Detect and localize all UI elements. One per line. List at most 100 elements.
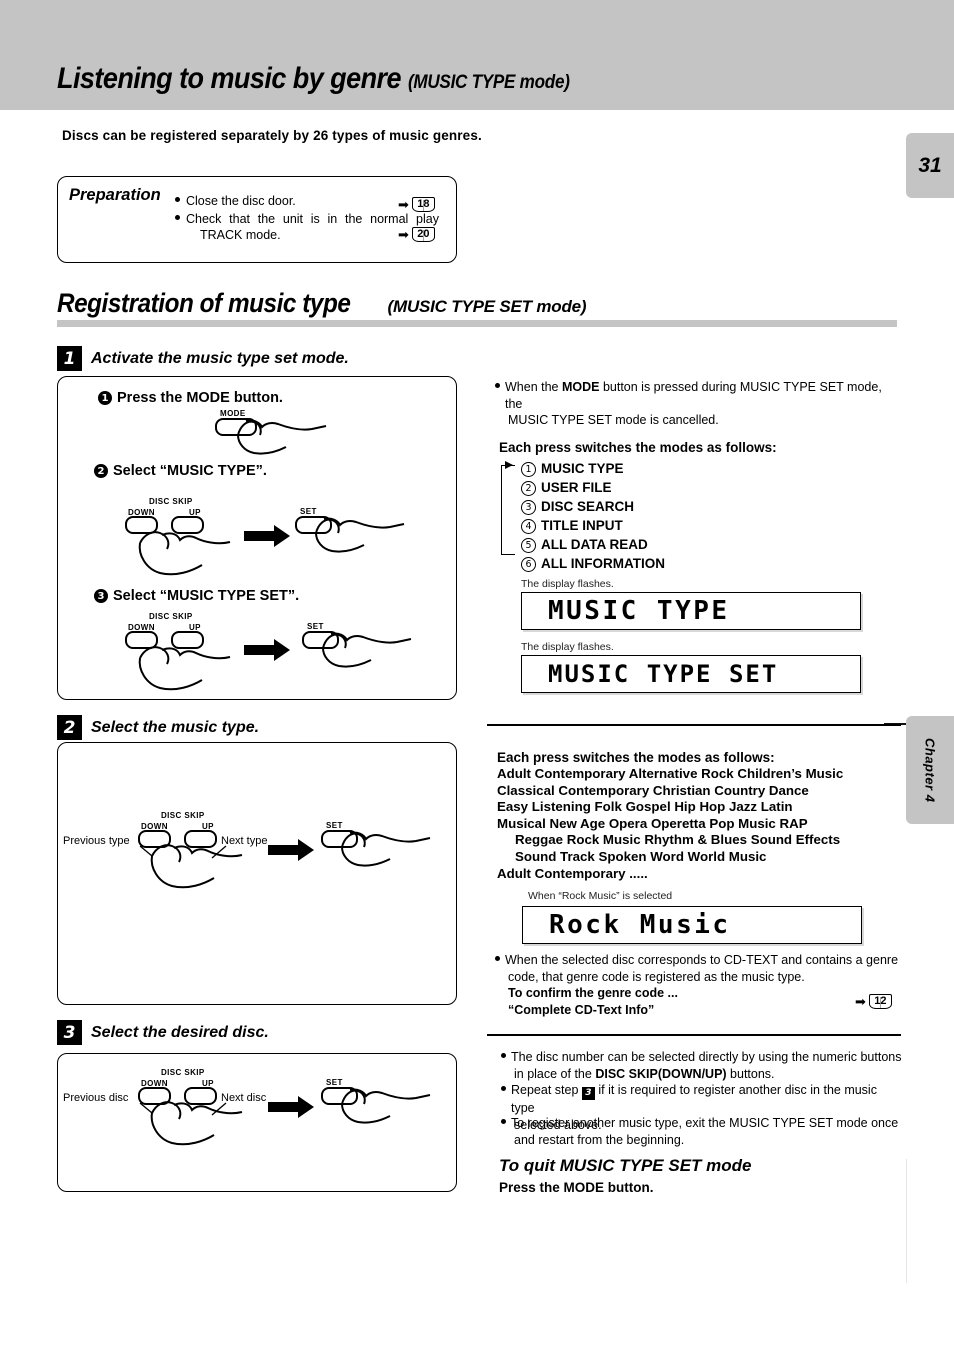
bottom-note-3-line2: and restart from the beginning. xyxy=(514,1132,685,1147)
page-edge-line xyxy=(906,1159,907,1283)
step-2-badge: 2 xyxy=(57,715,82,740)
step-3-inline-badge: 3 xyxy=(581,1087,595,1101)
bottom-note-3-line1: To register another music type, exit the… xyxy=(511,1116,899,1130)
book-icon-label: 20 xyxy=(411,227,435,242)
circle-number-icon: 6 xyxy=(521,557,536,573)
arrow-right-icon xyxy=(268,1096,314,1118)
arrow-right-icon: ➡ xyxy=(855,994,866,1009)
page-title-sub: (MUSIC TYPE mode) xyxy=(407,72,570,93)
previous-disc-label: Previous disc xyxy=(63,1092,129,1104)
circle-number-icon: 4 xyxy=(521,519,536,535)
hand-pointing-icon xyxy=(341,831,431,867)
lcd-2-text: MUSIC TYPE SET xyxy=(548,660,779,688)
step-1-substep-2-text: Select “MUSIC TYPE”. xyxy=(113,463,267,479)
step-1-substep-1-text: Press the MODE button. xyxy=(117,390,283,406)
circle-number-icon: 2 xyxy=(521,481,536,497)
arrow-right-icon: ➡ xyxy=(398,227,409,242)
bottom-note-1: The disc number can be selected directly… xyxy=(501,1049,903,1082)
modes-list: 1 MUSIC TYPE 2 USER FILE 3 DISC SEARCH 4 TIT… xyxy=(521,459,665,573)
mode-list-item-2: 2 USER FILE xyxy=(521,478,665,497)
number-3-circle-icon: 3 xyxy=(94,589,108,603)
previous-type-label: Previous type xyxy=(63,835,130,847)
hand-pointing-icon xyxy=(315,517,405,553)
step-2-illustration-box: DISC SKIP DOWN UP Previous type Next typ… xyxy=(57,742,457,1005)
section-title-main: Registration of music type xyxy=(57,288,351,318)
circle-number-icon: 5 xyxy=(521,538,536,554)
disc-skip-label: DISC SKIP xyxy=(149,612,193,621)
lcd-3-caption: When “Rock Music” is selected xyxy=(528,890,673,902)
lcd-display-1: MUSIC TYPE xyxy=(521,592,861,630)
genre-line-4: Musical New Age Opera Operetta Pop Music… xyxy=(497,815,808,831)
mode-loop-bracket xyxy=(501,465,515,555)
step-1-label: Activate the music type set mode. xyxy=(91,349,349,367)
mode-cancel-note-a: When the xyxy=(505,380,562,394)
step-1-illustration-box: 1 Press the MODE button. MODE 2 Select “… xyxy=(57,376,457,700)
bullet-icon xyxy=(495,383,500,388)
genre-line-7: Adult Contemporary ..... xyxy=(497,865,648,881)
genre-line-6: Sound Track Spoken Word World Music xyxy=(515,849,767,865)
bottom-note-2-a: Repeat step xyxy=(511,1083,582,1097)
mode-list-item-5: 5 ALL DATA READ xyxy=(521,535,665,554)
genre-line-2: Classical Contemporary Christian Country… xyxy=(497,782,809,798)
number-2-circle-icon: 2 xyxy=(94,464,108,478)
preparation-title: Preparation xyxy=(69,186,161,204)
step-2-header: 2 Select the music type. xyxy=(57,715,259,740)
mode-list-item-4-label: TITLE INPUT xyxy=(541,518,623,534)
lcd-2-caption: The display flashes. xyxy=(521,641,614,653)
hand-pointing-icon xyxy=(138,646,231,691)
loop-arrow-icon xyxy=(505,461,513,469)
step-1-substep-1: 1 Press the MODE button. xyxy=(98,390,283,406)
page-title: Listening to music by genre (MUSIC TYPE … xyxy=(57,62,570,96)
step-1-substep-3: 3 Select “MUSIC TYPE SET”. xyxy=(94,588,299,604)
divider-bottom-notes xyxy=(487,1034,901,1036)
book-icon-label: 18 xyxy=(411,197,435,212)
step-3-badge: 3 xyxy=(57,1020,82,1045)
genre-heading: Each press switches the modes as follows… xyxy=(497,750,775,765)
mode-list-item-1-label: MUSIC TYPE xyxy=(541,461,624,476)
intro-text: Discs can be registered separately by 26… xyxy=(62,128,482,143)
bullet-icon xyxy=(501,1086,506,1091)
quit-instruction: Press the MODE button. xyxy=(499,1180,654,1195)
quit-heading: To quit MUSIC TYPE SET mode xyxy=(499,1156,752,1175)
step-1-badge: 1 xyxy=(57,346,82,371)
cdtext-note: When the selected disc corresponds to CD… xyxy=(495,952,903,1018)
bottom-note-1-line1: The disc number can be selected directly… xyxy=(511,1050,902,1064)
genre-line-1: Adult Contemporary Alternative Rock Chil… xyxy=(497,766,844,781)
bottom-note-1-line2-a: in place of the xyxy=(514,1066,596,1081)
step-1-substep-3-text: Select “MUSIC TYPE SET”. xyxy=(113,588,300,604)
hand-pointing-icon xyxy=(237,419,327,455)
mode-list-item-5-label: ALL DATA READ xyxy=(541,537,648,553)
bottom-note-3: To register another music type, exit the… xyxy=(501,1115,903,1148)
section-rule xyxy=(57,320,897,327)
step-2-label: Select the music type. xyxy=(91,718,260,736)
mode-list-item-3-label: DISC SEARCH xyxy=(541,499,635,515)
chapter-label: Chapter 4 xyxy=(922,737,938,803)
mode-cancel-note: When the MODE button is pressed during M… xyxy=(495,379,900,429)
mode-list-item-1: 1 MUSIC TYPE xyxy=(521,459,665,478)
hand-pointing-icon xyxy=(138,531,231,576)
mode-list-item-6-label: ALL INFORMATION xyxy=(541,556,665,572)
lcd-3-text: Rock Music xyxy=(549,910,731,940)
step-3-header: 3 Select the desired disc. xyxy=(57,1020,269,1045)
page-number-tab: 31 xyxy=(906,133,954,198)
step-3-illustration-box: DISC SKIP DOWN UP Previous disc Next dis… xyxy=(57,1053,457,1192)
step-1-substep-2: 2 Select “MUSIC TYPE”. xyxy=(94,463,267,479)
modes-heading: Each press switches the modes as follows… xyxy=(499,440,777,455)
bullet-icon xyxy=(501,1119,506,1124)
preparation-item-2-line1: Check that the unit is in the normal pla… xyxy=(186,212,439,226)
mode-list-item-2-label: USER FILE xyxy=(541,480,612,496)
preparation-item-1-text: Close the disc door. xyxy=(186,194,296,208)
mode-keyword: MODE xyxy=(561,380,600,394)
divider-genres xyxy=(487,724,901,726)
mode-list-item-4: 4 TITLE INPUT xyxy=(521,516,665,535)
preparation-panel: Preparation Close the disc door. Check t… xyxy=(57,176,457,263)
circle-number-icon: 3 xyxy=(521,500,536,516)
lcd-1-caption: The display flashes. xyxy=(521,578,614,590)
arrow-right-icon xyxy=(268,839,314,861)
hand-pointing-icon xyxy=(341,1088,431,1124)
cdtext-note-line2: code, that genre code is registered as t… xyxy=(508,969,805,984)
disc-skip-keyword: DISC SKIP xyxy=(595,1066,658,1081)
bullet-icon xyxy=(175,197,180,202)
page-reference-20: ➡ 20 xyxy=(398,227,435,242)
arrow-right-icon: ➡ xyxy=(398,197,409,212)
